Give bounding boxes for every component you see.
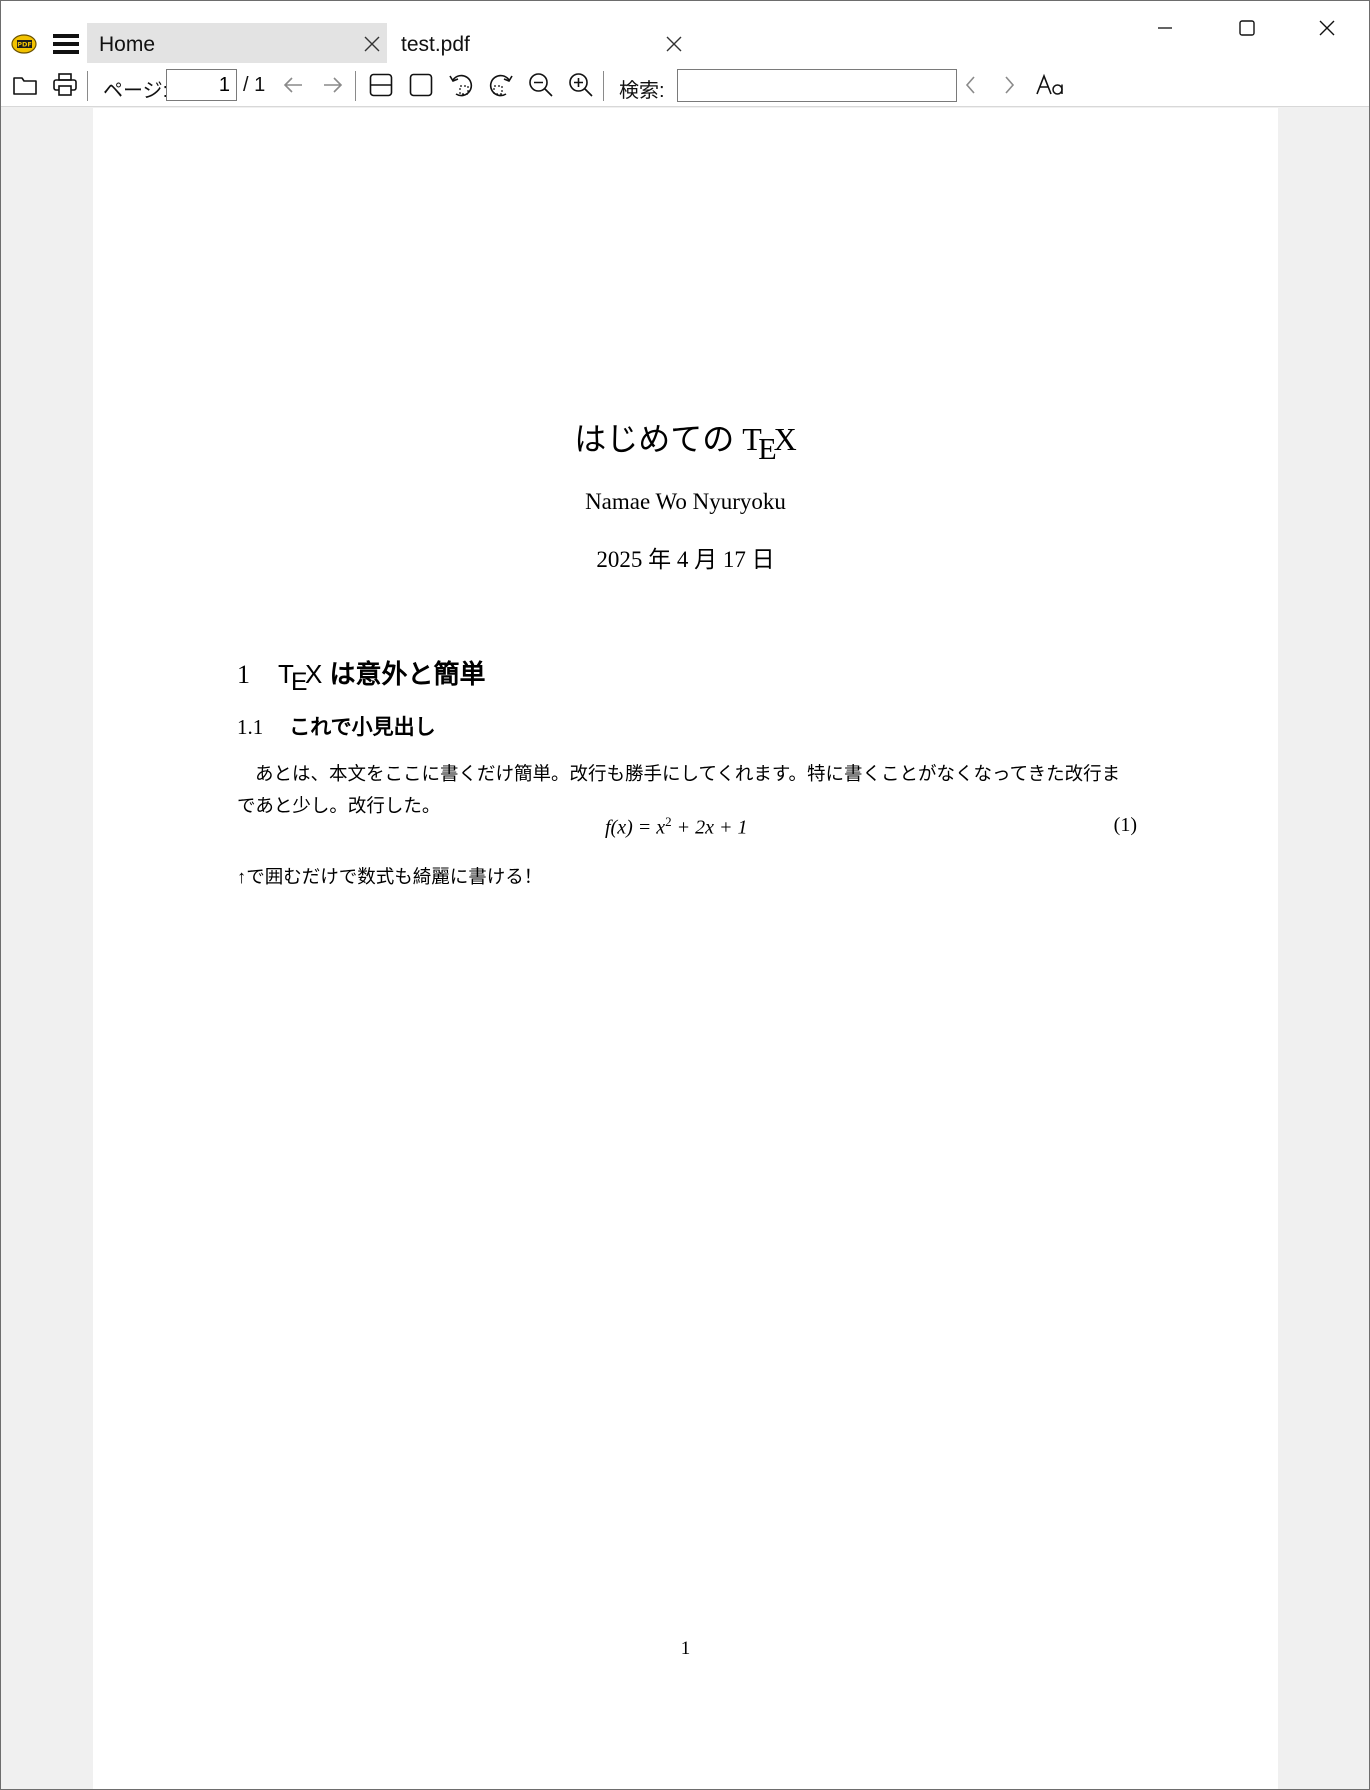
search-label: 検索: xyxy=(619,80,665,102)
tab-label: test.pdf xyxy=(401,33,470,56)
body-text: ↑で囲むだけで数式も綺麗に書ける！ xyxy=(237,868,543,888)
page-total: / 1 xyxy=(243,74,266,96)
arrow-right-icon[interactable] xyxy=(317,69,349,101)
app-pdf-icon[interactable]: PDF xyxy=(11,33,37,55)
document-title: はじめての TEX xyxy=(93,414,1278,466)
close-tab-icon[interactable] xyxy=(363,35,381,53)
pdf-page: はじめての TEX Namae Wo Nyuryoku 2025 年 4 月 1… xyxy=(93,108,1278,1789)
fit-width-icon[interactable] xyxy=(365,69,397,101)
app-window: PDF Home test.pdf ページ: 1 / 1 検索: はじめての T… xyxy=(0,0,1370,1790)
tab-label: Home xyxy=(99,33,156,56)
tex-logo: TEX xyxy=(742,421,797,466)
toolbar: ページ: 1 / 1 検索: xyxy=(1,63,1369,107)
tex-logo: TEX xyxy=(278,659,323,696)
subsection-heading: 1.1 これで小見出し xyxy=(237,711,436,741)
page-label: ページ: xyxy=(103,80,169,102)
chevron-left-icon[interactable] xyxy=(955,69,987,101)
title-bar: PDF Home test.pdf xyxy=(1,1,1369,63)
section-heading: 1 TEX は意外と簡単 xyxy=(237,654,486,696)
print-icon[interactable] xyxy=(49,69,81,101)
svg-text:PDF: PDF xyxy=(17,41,32,49)
close-tab-icon[interactable] xyxy=(665,35,683,53)
chevron-right-icon[interactable] xyxy=(993,69,1025,101)
section-number: 1 xyxy=(237,660,250,689)
fit-page-icon[interactable] xyxy=(405,69,437,101)
hamburger-menu-icon[interactable] xyxy=(53,34,79,54)
equation-number: (1) xyxy=(1113,814,1137,836)
maximize-icon[interactable] xyxy=(1225,11,1269,45)
subsection-number: 1.1 xyxy=(237,715,264,739)
section-title: は意外と簡単 xyxy=(322,659,486,689)
toolbar-separator xyxy=(87,71,88,101)
arrow-left-icon[interactable] xyxy=(277,69,309,101)
subsection-title: これで小見出し xyxy=(289,716,436,739)
equation-rhs: + 2x + 1 xyxy=(671,816,748,839)
rotate-right-icon[interactable] xyxy=(485,69,517,101)
page-number: 1 xyxy=(680,1638,691,1659)
zoom-out-icon[interactable] xyxy=(525,69,557,101)
folder-open-icon[interactable] xyxy=(9,69,41,101)
close-window-icon[interactable] xyxy=(1305,11,1349,45)
page-number-input[interactable]: 1 xyxy=(166,69,237,101)
minimize-icon[interactable] xyxy=(1143,11,1187,45)
equation: f(x) = x2 + 2x + 1 xyxy=(605,814,748,840)
zoom-in-icon[interactable] xyxy=(565,69,597,101)
toolbar-separator xyxy=(603,71,604,101)
title-text: はじめての xyxy=(574,421,735,457)
tab-home[interactable]: Home xyxy=(87,23,387,63)
document-date: 2025 年 4 月 17 日 xyxy=(596,547,775,572)
equation-lhs: f(x) = x xyxy=(605,816,666,839)
search-input[interactable] xyxy=(677,69,957,102)
toolbar-separator xyxy=(355,71,356,101)
document-viewer[interactable]: はじめての TEX Namae Wo Nyuryoku 2025 年 4 月 1… xyxy=(1,108,1369,1789)
match-case-icon[interactable] xyxy=(1033,69,1069,101)
rotate-left-icon[interactable] xyxy=(445,69,477,101)
document-author: Namae Wo Nyuryoku xyxy=(585,489,786,514)
tab-test-pdf[interactable]: test.pdf xyxy=(389,23,689,63)
